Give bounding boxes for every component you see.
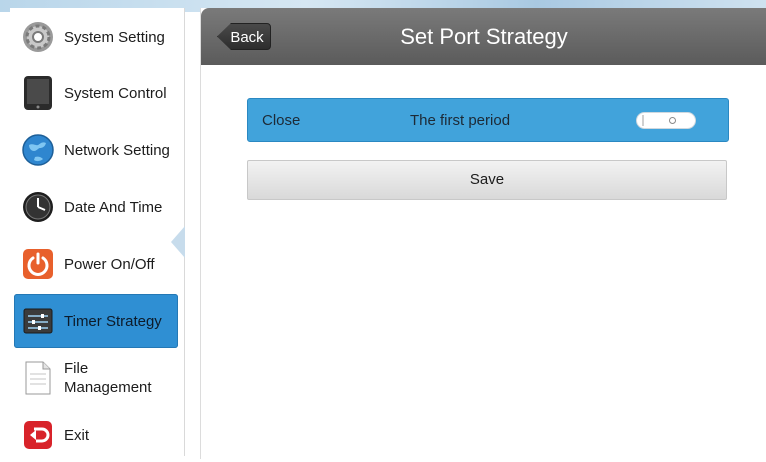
sidebar-item-label: File Management [64,360,152,396]
sidebar-item-label: System Setting [64,28,165,46]
sidebar-item-timer-strategy[interactable]: Timer Strategy [14,294,178,348]
sidebar-item-label: Timer Strategy [64,312,162,330]
sidebar-item-exit[interactable]: Exit [14,408,178,462]
period-state-label: Close [262,112,301,129]
save-button[interactable]: Save [247,160,727,200]
sidebar-item-label: System Control [64,84,167,102]
period-toggle[interactable] [636,112,696,129]
sidebar-item-date-and-time[interactable]: Date And Time [14,180,178,234]
sliders-icon [20,303,56,339]
gear-icon [20,19,56,55]
sidebar-item-label: Power On/Off [64,255,155,273]
header-bar: Set Port Strategy Back [201,8,766,65]
clock-icon [20,189,56,225]
exit-icon [20,417,56,453]
tablet-icon [20,75,56,111]
toggle-on-mark [642,115,644,126]
sidebar-item-label: Date And Time [64,198,163,216]
sidebar-item-system-setting[interactable]: System Setting [14,10,178,64]
sidebar-pointer [171,226,185,258]
sidebar-item-system-control[interactable]: System Control [14,66,178,120]
main-panel: Set Port Strategy Back Close The first p… [200,8,766,459]
page-title: Set Port Strategy [400,24,568,49]
sidebar-item-power-on-off[interactable]: Power On/Off [14,237,178,291]
document-icon [20,360,56,396]
sidebar-item-label: Network Setting [64,141,170,159]
globe-icon [20,132,56,168]
sidebar: System Setting System Control Network Se… [10,8,185,456]
power-icon [20,246,56,282]
sidebar-item-file-management[interactable]: File Management [14,351,178,405]
period-name: The first period [410,112,511,129]
sidebar-item-network-setting[interactable]: Network Setting [14,123,178,177]
sidebar-item-label: Exit [64,426,90,444]
toggle-off-mark [669,117,676,124]
period-row[interactable]: Close The first period [247,98,729,142]
